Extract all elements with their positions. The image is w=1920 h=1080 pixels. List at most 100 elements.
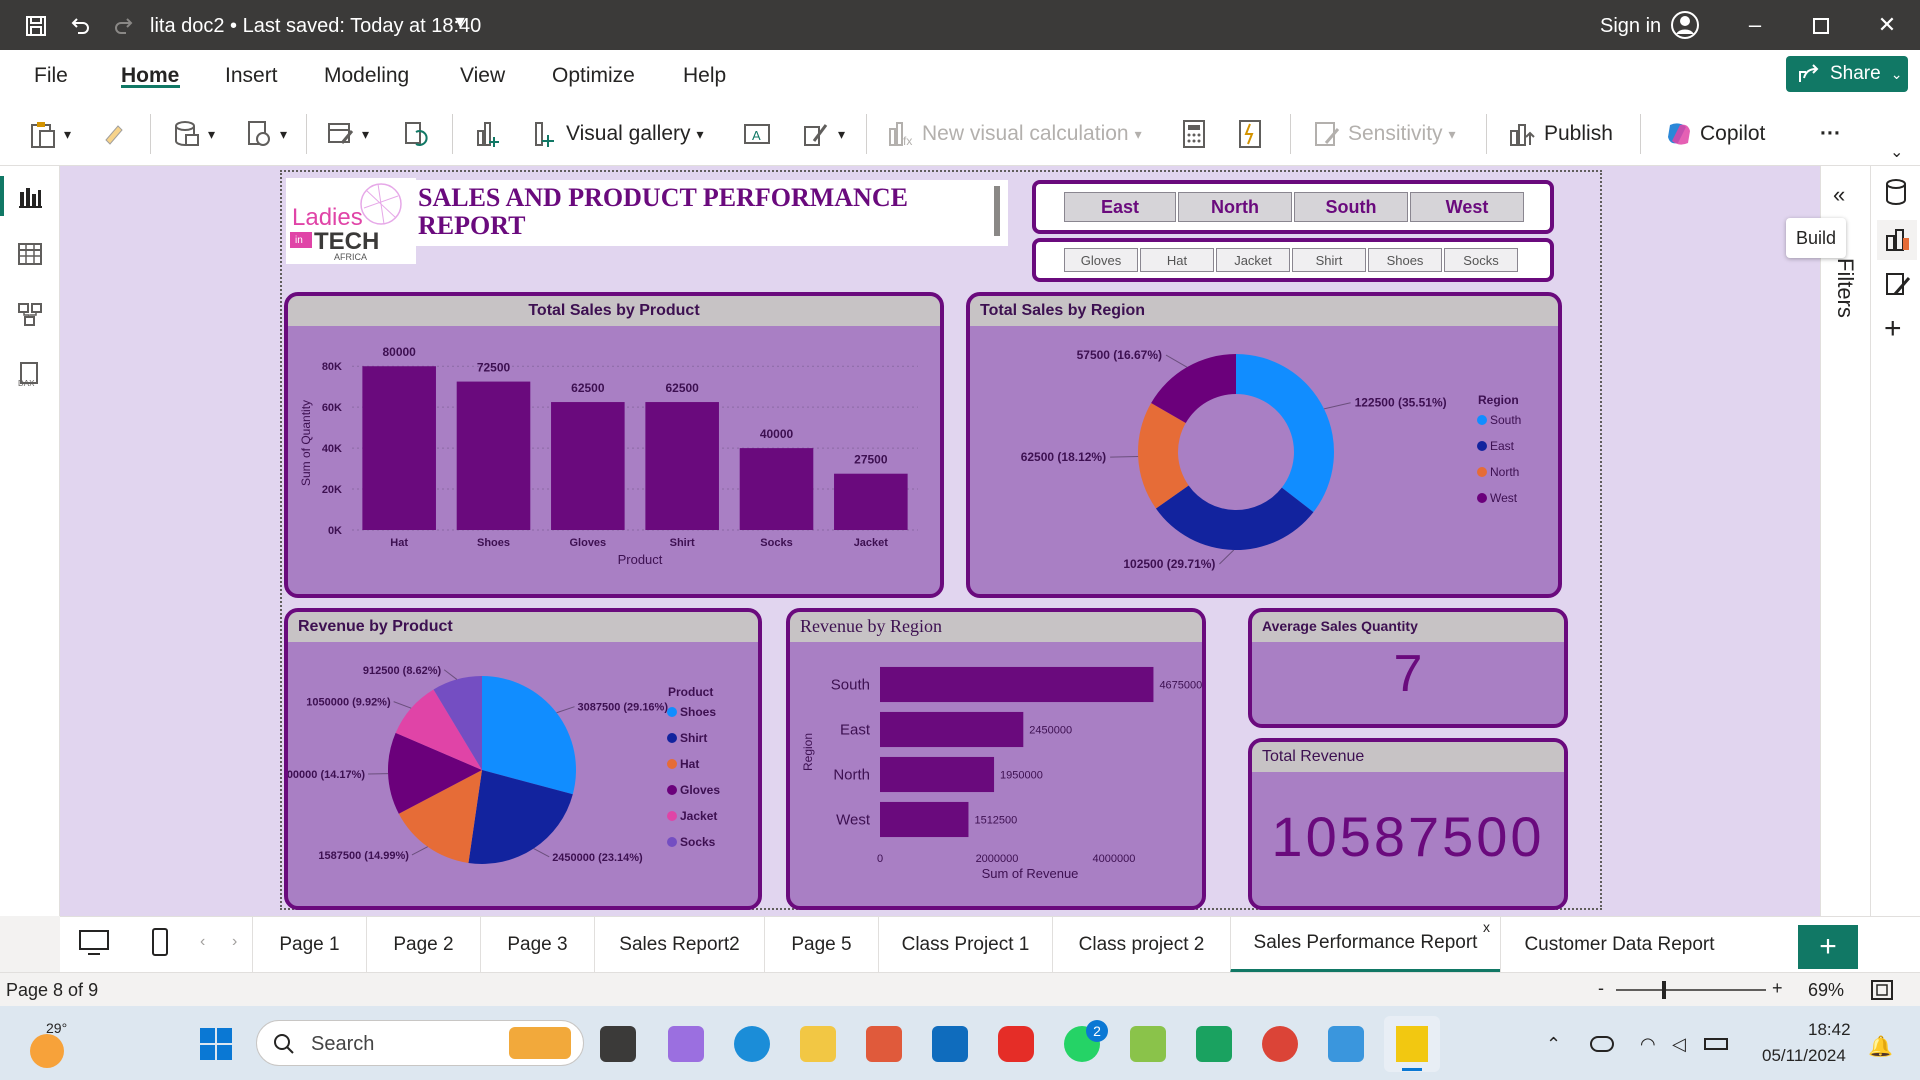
new-measure-button[interactable]	[1180, 116, 1208, 152]
tab-class-project-1[interactable]: Class Project 1	[878, 917, 1052, 973]
revenue-by-product-card[interactable]: Revenue by Product 3087500 (29.16%) 24500…	[284, 608, 762, 910]
show-hidden-icons[interactable]: ⌃	[1546, 1034, 1561, 1055]
previous-page-icon[interactable]: ‹	[200, 933, 205, 951]
slicer-option-hat[interactable]: Hat	[1140, 248, 1214, 272]
collapse-filters-icon[interactable]: «	[1833, 182, 1845, 208]
undo-icon[interactable]	[66, 12, 94, 40]
photos-icon[interactable]	[1328, 1026, 1364, 1062]
transform-data-button[interactable]: ▾	[326, 116, 369, 152]
taskbar-search-box[interactable]: Search	[256, 1020, 584, 1066]
menu-optimize[interactable]: Optimize	[552, 64, 635, 88]
menu-modeling[interactable]: Modeling	[324, 64, 409, 88]
total-revenue-card[interactable]: Total Revenue 10587500	[1248, 738, 1568, 910]
filters-label[interactable]: Filters	[1832, 258, 1858, 318]
next-page-icon[interactable]: ›	[232, 933, 237, 951]
zoom-level[interactable]: 69%	[1808, 980, 1844, 1001]
document-title[interactable]: lita doc2 • Last saved: Today at 18:40	[150, 15, 481, 38]
more-options-button[interactable]: ···	[1820, 116, 1841, 152]
edge-icon[interactable]	[734, 1026, 770, 1062]
recent-sources-button[interactable]: ▾	[244, 116, 287, 152]
tab-sales-performance-report[interactable]: Sales Performance Report x	[1230, 917, 1500, 973]
quick-measure-button[interactable]	[1236, 116, 1264, 152]
battery-icon[interactable]	[1704, 1038, 1728, 1050]
add-page-button[interactable]: +	[1798, 925, 1858, 969]
mobile-layout-icon[interactable]	[150, 927, 170, 962]
paste-button[interactable]: ▾	[28, 116, 71, 152]
onedrive-icon[interactable]	[1590, 1036, 1614, 1052]
tab-sales-report2[interactable]: Sales Report2	[594, 917, 764, 973]
menu-view[interactable]: View	[460, 64, 505, 88]
slicer-option-east[interactable]: East	[1064, 192, 1176, 222]
desktop-layout-icon[interactable]	[78, 929, 110, 962]
new-visual-button[interactable]	[472, 116, 502, 152]
format-painter-button[interactable]	[100, 116, 128, 152]
start-icon[interactable]	[198, 1026, 234, 1067]
task-view-icon[interactable]	[600, 1026, 636, 1062]
slicer-option-jacket[interactable]: Jacket	[1216, 248, 1290, 272]
tab-page-1[interactable]: Page 1	[252, 917, 366, 973]
youtube-icon[interactable]	[998, 1026, 1034, 1062]
ribbon-collapse-icon[interactable]: ⌄	[1890, 142, 1903, 162]
weather-icon[interactable]	[30, 1034, 64, 1068]
data-pane-icon[interactable]	[1883, 178, 1909, 211]
more-visuals-button[interactable]: ▾	[802, 116, 845, 152]
total-sales-by-product-card[interactable]: Total Sales by Product 0K 20K 40K 60K 80K Sum…	[284, 292, 944, 598]
tab-customer-data-report[interactable]: Customer Data Report	[1500, 917, 1738, 973]
close-icon[interactable]: ✕	[1872, 12, 1902, 40]
account-icon[interactable]	[1670, 10, 1700, 40]
notifications-bell-icon[interactable]: 🔔	[1868, 1034, 1893, 1059]
slicer-option-shoes[interactable]: Shoes	[1368, 248, 1442, 272]
file-explorer-icon[interactable]	[800, 1026, 836, 1062]
save-icon[interactable]	[22, 12, 50, 40]
copilot-app-icon[interactable]	[668, 1026, 704, 1062]
maximize-icon[interactable]	[1806, 12, 1836, 40]
table-view-icon[interactable]	[16, 240, 44, 268]
close-tab-icon[interactable]: x	[1483, 919, 1490, 935]
add-pane-icon[interactable]: +	[1884, 314, 1902, 344]
slicer-option-west[interactable]: West	[1410, 192, 1524, 222]
copilot-button[interactable]: Copilot	[1664, 116, 1765, 152]
tab-page-2[interactable]: Page 2	[366, 917, 480, 973]
wifi-icon[interactable]: ◠	[1640, 1034, 1656, 1055]
sensitivity-button[interactable]: Sensitivity ▾	[1312, 116, 1456, 152]
power-bi-taskbar-button[interactable]	[1384, 1016, 1440, 1072]
publish-button[interactable]: Publish	[1508, 116, 1613, 152]
dax-query-view-icon[interactable]: DAX	[16, 360, 44, 388]
slicer-option-socks[interactable]: Socks	[1444, 248, 1518, 272]
tab-class-project-2[interactable]: Class project 2	[1052, 917, 1230, 973]
new-visual-calculation-button[interactable]: fx New visual calculation ▾	[886, 116, 1142, 152]
average-sales-quantity-card[interactable]: Average Sales Quantity 7	[1248, 608, 1568, 728]
slicer-option-south[interactable]: South	[1294, 192, 1408, 222]
model-view-icon[interactable]	[16, 300, 44, 328]
slicer-option-gloves[interactable]: Gloves	[1064, 248, 1138, 272]
tab-page-5[interactable]: Page 5	[764, 917, 878, 973]
tab-page-3[interactable]: Page 3	[480, 917, 594, 973]
menu-file[interactable]: File	[34, 64, 68, 88]
volume-icon[interactable]: ◁	[1672, 1034, 1686, 1055]
clock-time[interactable]: 18:42	[1808, 1020, 1851, 1040]
outlook-icon[interactable]	[932, 1026, 968, 1062]
zoom-in-button[interactable]: +	[1772, 978, 1783, 999]
minimize-icon[interactable]: –	[1740, 12, 1770, 40]
cloud-upload-icon[interactable]	[1196, 1026, 1232, 1062]
revenue-by-region-card[interactable]: Revenue by Region 4675000 South 2450000 Eas…	[786, 608, 1206, 910]
clock-date[interactable]: 05/11/2024	[1762, 1046, 1846, 1066]
sign-in-link[interactable]: Sign in	[1600, 15, 1661, 38]
report-view-icon[interactable]	[16, 182, 44, 210]
menu-insert[interactable]: Insert	[225, 64, 278, 88]
visual-gallery-button[interactable]: Visual gallery ▾	[530, 116, 704, 152]
scrollbar-handle[interactable]	[994, 186, 1000, 236]
total-sales-by-region-card[interactable]: Total Sales by Region 122500 (35.51%) 102…	[966, 292, 1562, 598]
slicer-option-shirt[interactable]: Shirt	[1292, 248, 1366, 272]
zoom-out-button[interactable]: -	[1598, 978, 1604, 999]
refresh-button[interactable]	[402, 116, 430, 152]
store-icon[interactable]	[866, 1026, 902, 1062]
build-pane-icon[interactable]	[1877, 220, 1917, 260]
chrome-icon[interactable]	[1262, 1026, 1298, 1062]
zoom-slider-thumb[interactable]	[1662, 981, 1666, 999]
chevron-down-icon[interactable]: ▼	[452, 14, 468, 32]
share-button[interactable]: Share ⌄	[1786, 56, 1908, 92]
zoom-slider[interactable]	[1616, 989, 1766, 991]
fit-to-page-icon[interactable]	[1870, 979, 1894, 1006]
snipping-tool-icon[interactable]	[1130, 1026, 1166, 1062]
